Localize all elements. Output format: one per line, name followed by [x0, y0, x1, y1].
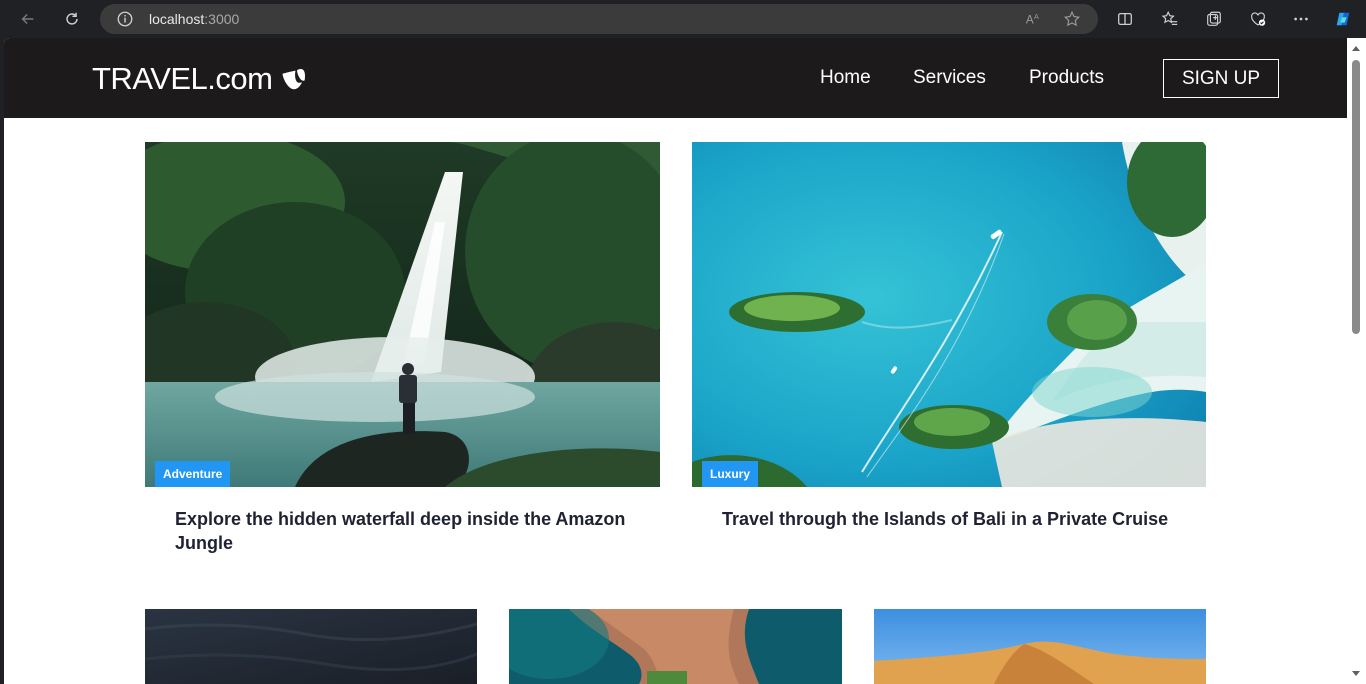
featured-card-islands[interactable]: Luxury Travel through the Islands of Bal…	[692, 142, 1206, 562]
card-title-waterfall[interactable]: Explore the hidden waterfall deep inside…	[175, 507, 645, 555]
browser-toolbar: localhost:3000 AA	[0, 0, 1366, 38]
scroll-down-icon[interactable]	[1351, 670, 1361, 678]
favorites-icon[interactable]	[1157, 6, 1183, 32]
favorite-star-icon[interactable]	[1063, 10, 1081, 28]
card-row2-2[interactable]	[489, 599, 842, 684]
category-tag-luxury[interactable]: Luxury	[702, 461, 759, 487]
nav-products[interactable]: Products	[1029, 67, 1104, 89]
info-icon[interactable]	[116, 10, 134, 28]
featured-card-waterfall[interactable]: Adventure Explore the hidden waterfall d…	[145, 142, 660, 562]
collections-icon[interactable]	[1201, 6, 1227, 32]
refresh-icon[interactable]	[59, 6, 85, 32]
coastal-island-image	[489, 599, 842, 684]
card-title-islands[interactable]: Travel through the Islands of Bali in a …	[722, 507, 1192, 531]
read-aloud-icon[interactable]: AA	[1025, 10, 1043, 28]
nav-home[interactable]: Home	[820, 67, 871, 89]
site-logo[interactable]: TRAVEL.com	[92, 61, 308, 97]
desert-image	[874, 609, 1206, 684]
nav-services[interactable]: Services	[913, 67, 986, 89]
islands-image	[692, 142, 1206, 487]
address-bar[interactable]: localhost:3000 AA	[100, 4, 1098, 34]
browser-essentials-icon[interactable]	[1245, 6, 1271, 32]
svg-text:A: A	[1034, 12, 1039, 21]
split-screen-icon[interactable]	[1112, 6, 1138, 32]
page-viewport: TRAVEL.com Home Services Products SIGN U…	[4, 38, 1347, 684]
signup-button[interactable]: SIGN UP	[1163, 59, 1279, 98]
waterfall-image	[145, 142, 660, 487]
site-header: TRAVEL.com Home Services Products SIGN U…	[4, 38, 1347, 118]
back-icon[interactable]	[15, 6, 41, 32]
scrollbar-thumb[interactable]	[1352, 60, 1360, 334]
typo3-logo-icon	[282, 69, 306, 90]
brand-name: TRAVEL.com	[92, 61, 273, 96]
category-tag-adventure[interactable]: Adventure	[155, 461, 231, 487]
page-scrollbar[interactable]	[1347, 38, 1366, 684]
more-options-icon[interactable]	[1288, 6, 1314, 32]
scroll-up-icon[interactable]	[1351, 44, 1361, 52]
card-row2-1[interactable]	[144, 609, 478, 684]
ocean-image	[144, 609, 478, 684]
svg-text:A: A	[1026, 14, 1034, 27]
copilot-icon[interactable]	[1330, 6, 1356, 32]
card-row2-3[interactable]	[874, 609, 1206, 684]
url-text: localhost:3000	[149, 11, 240, 27]
